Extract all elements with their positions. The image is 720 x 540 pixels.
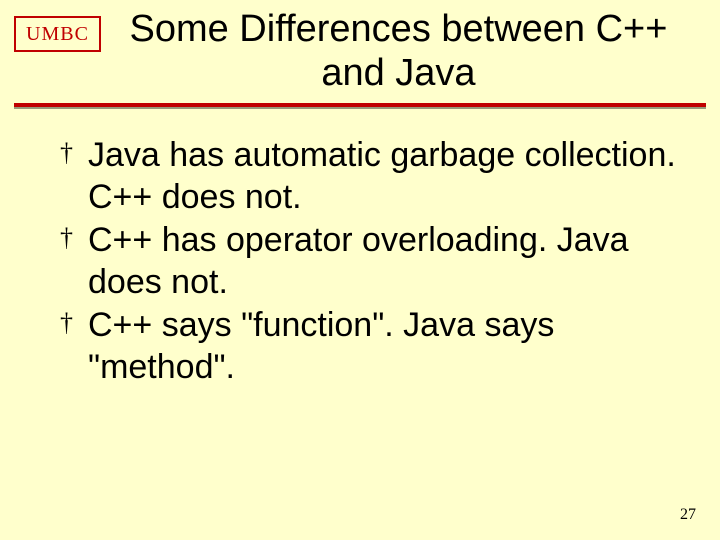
dagger-icon: † [60, 305, 88, 341]
dagger-icon: † [60, 220, 88, 256]
bullet-text: C++ has operator overloading. Java does … [88, 220, 680, 303]
list-item: † Java has automatic garbage collection.… [60, 135, 680, 218]
page-number: 27 [680, 506, 696, 524]
list-item: † C++ has operator overloading. Java doe… [60, 220, 680, 303]
bullet-text: C++ says "function". Java says "method". [88, 305, 680, 388]
dagger-icon: † [60, 135, 88, 171]
slide-header: UMBC Some Differences between C++ and Ja… [0, 0, 720, 95]
bullet-text: Java has automatic garbage collection. C… [88, 135, 680, 218]
slide-title: Some Differences between C++ and Java [111, 8, 706, 95]
list-item: † C++ says "function". Java says "method… [60, 305, 680, 388]
umbc-badge: UMBC [14, 16, 101, 52]
slide-body: † Java has automatic garbage collection.… [0, 107, 720, 388]
